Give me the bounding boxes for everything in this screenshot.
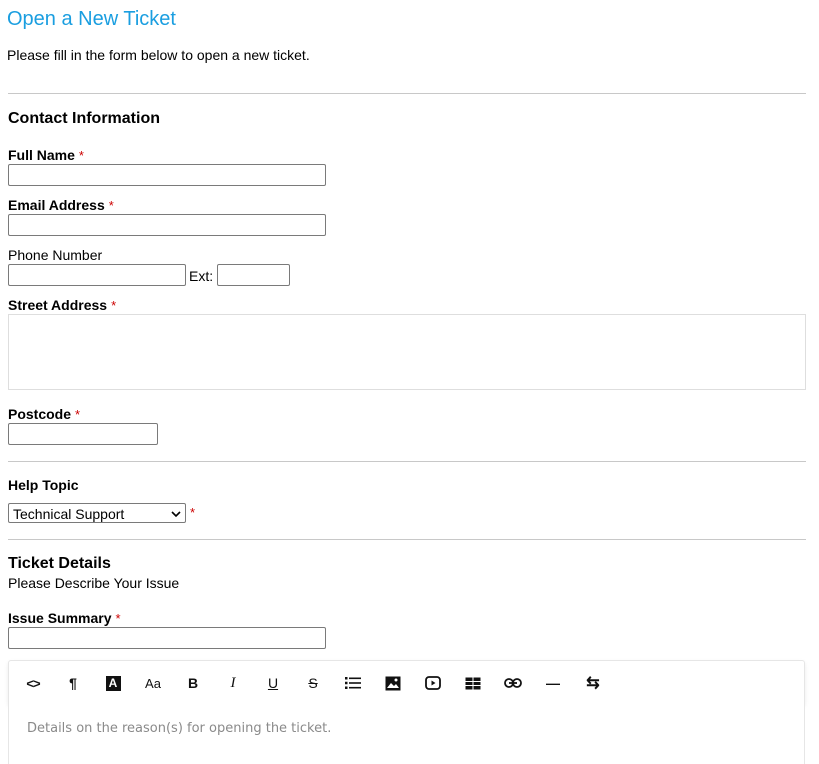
phone-input[interactable] — [8, 264, 186, 286]
list-button[interactable] — [341, 673, 365, 693]
code-view-button[interactable]: <> — [21, 673, 45, 693]
issue-summary-input[interactable] — [8, 627, 326, 649]
video-button[interactable] — [421, 673, 445, 693]
ticket-section-heading: Ticket Details — [8, 555, 111, 572]
strikethrough-button[interactable]: S — [301, 673, 325, 693]
font-color-icon: A — [105, 675, 121, 691]
street-address-label: Street Address * — [8, 297, 116, 313]
video-icon — [425, 676, 441, 690]
strikethrough-icon: S — [308, 675, 318, 691]
link-button[interactable] — [501, 673, 525, 693]
email-label: Email Address * — [8, 197, 114, 213]
street-address-textarea[interactable] — [8, 314, 806, 390]
required-mark: * — [78, 148, 84, 163]
font-size-icon: Aa — [145, 675, 161, 691]
page-title: Open a New Ticket — [7, 8, 176, 30]
contact-section-heading: Contact Information — [8, 110, 160, 127]
full-name-label-text: Full Name — [8, 147, 75, 163]
issue-summary-label: Issue Summary * — [8, 610, 121, 626]
table-button[interactable] — [461, 673, 485, 693]
help-topic-label: Help Topic — [8, 477, 79, 493]
required-mark: * — [75, 407, 81, 422]
ext-label: Ext: — [189, 268, 214, 284]
ticket-subheading: Please Describe Your Issue — [8, 575, 180, 591]
bold-icon: B — [187, 675, 199, 691]
paragraph-icon: ¶ — [69, 675, 77, 691]
italic-icon: I — [230, 674, 236, 691]
list-icon — [345, 677, 361, 689]
help-topic-selected-value: Technical Support — [13, 505, 125, 522]
full-name-label: Full Name * — [8, 147, 84, 163]
horizontal-rule-button[interactable]: — — [541, 673, 565, 693]
required-mark: * — [190, 505, 196, 520]
ext-input[interactable] — [217, 264, 290, 286]
code-icon: <> — [26, 675, 40, 691]
phone-label: Phone Number — [8, 247, 103, 263]
bold-button[interactable]: B — [181, 673, 205, 693]
editor-toolbar: <> ¶ A Aa B I U S — ⇆ — [8, 660, 805, 704]
page-intro: Please fill in the form below to open a … — [7, 47, 310, 63]
issue-summary-label-text: Issue Summary — [8, 610, 112, 626]
text-direction-button[interactable]: ⇆ — [581, 673, 605, 693]
street-address-label-text: Street Address — [8, 297, 108, 313]
email-label-text: Email Address — [8, 197, 105, 213]
required-mark: * — [115, 611, 121, 626]
underline-button[interactable]: U — [261, 673, 285, 693]
divider — [8, 461, 806, 462]
postcode-input[interactable] — [8, 423, 158, 445]
link-icon — [504, 678, 522, 688]
image-button[interactable] — [381, 673, 405, 693]
font-size-button[interactable]: Aa — [141, 673, 165, 693]
help-topic-select[interactable]: Technical Support — [8, 503, 186, 523]
divider — [8, 539, 806, 540]
postcode-label: Postcode * — [8, 406, 80, 422]
email-input[interactable] — [8, 214, 326, 236]
required-mark: * — [108, 198, 114, 213]
chevron-down-icon — [171, 510, 181, 517]
full-name-input[interactable] — [8, 164, 326, 186]
table-icon — [465, 677, 481, 689]
font-color-button[interactable]: A — [101, 673, 125, 693]
paragraph-button[interactable]: ¶ — [61, 673, 85, 693]
text-direction-icon: ⇆ — [586, 675, 600, 692]
image-icon — [385, 676, 401, 690]
horizontal-rule-icon: — — [546, 675, 560, 691]
required-mark: * — [111, 298, 117, 313]
divider — [8, 93, 806, 94]
italic-button[interactable]: I — [221, 673, 245, 693]
details-placeholder: Details on the reason(s) for opening the… — [27, 721, 332, 736]
postcode-label-text: Postcode — [8, 406, 72, 422]
underline-icon: U — [267, 675, 279, 691]
